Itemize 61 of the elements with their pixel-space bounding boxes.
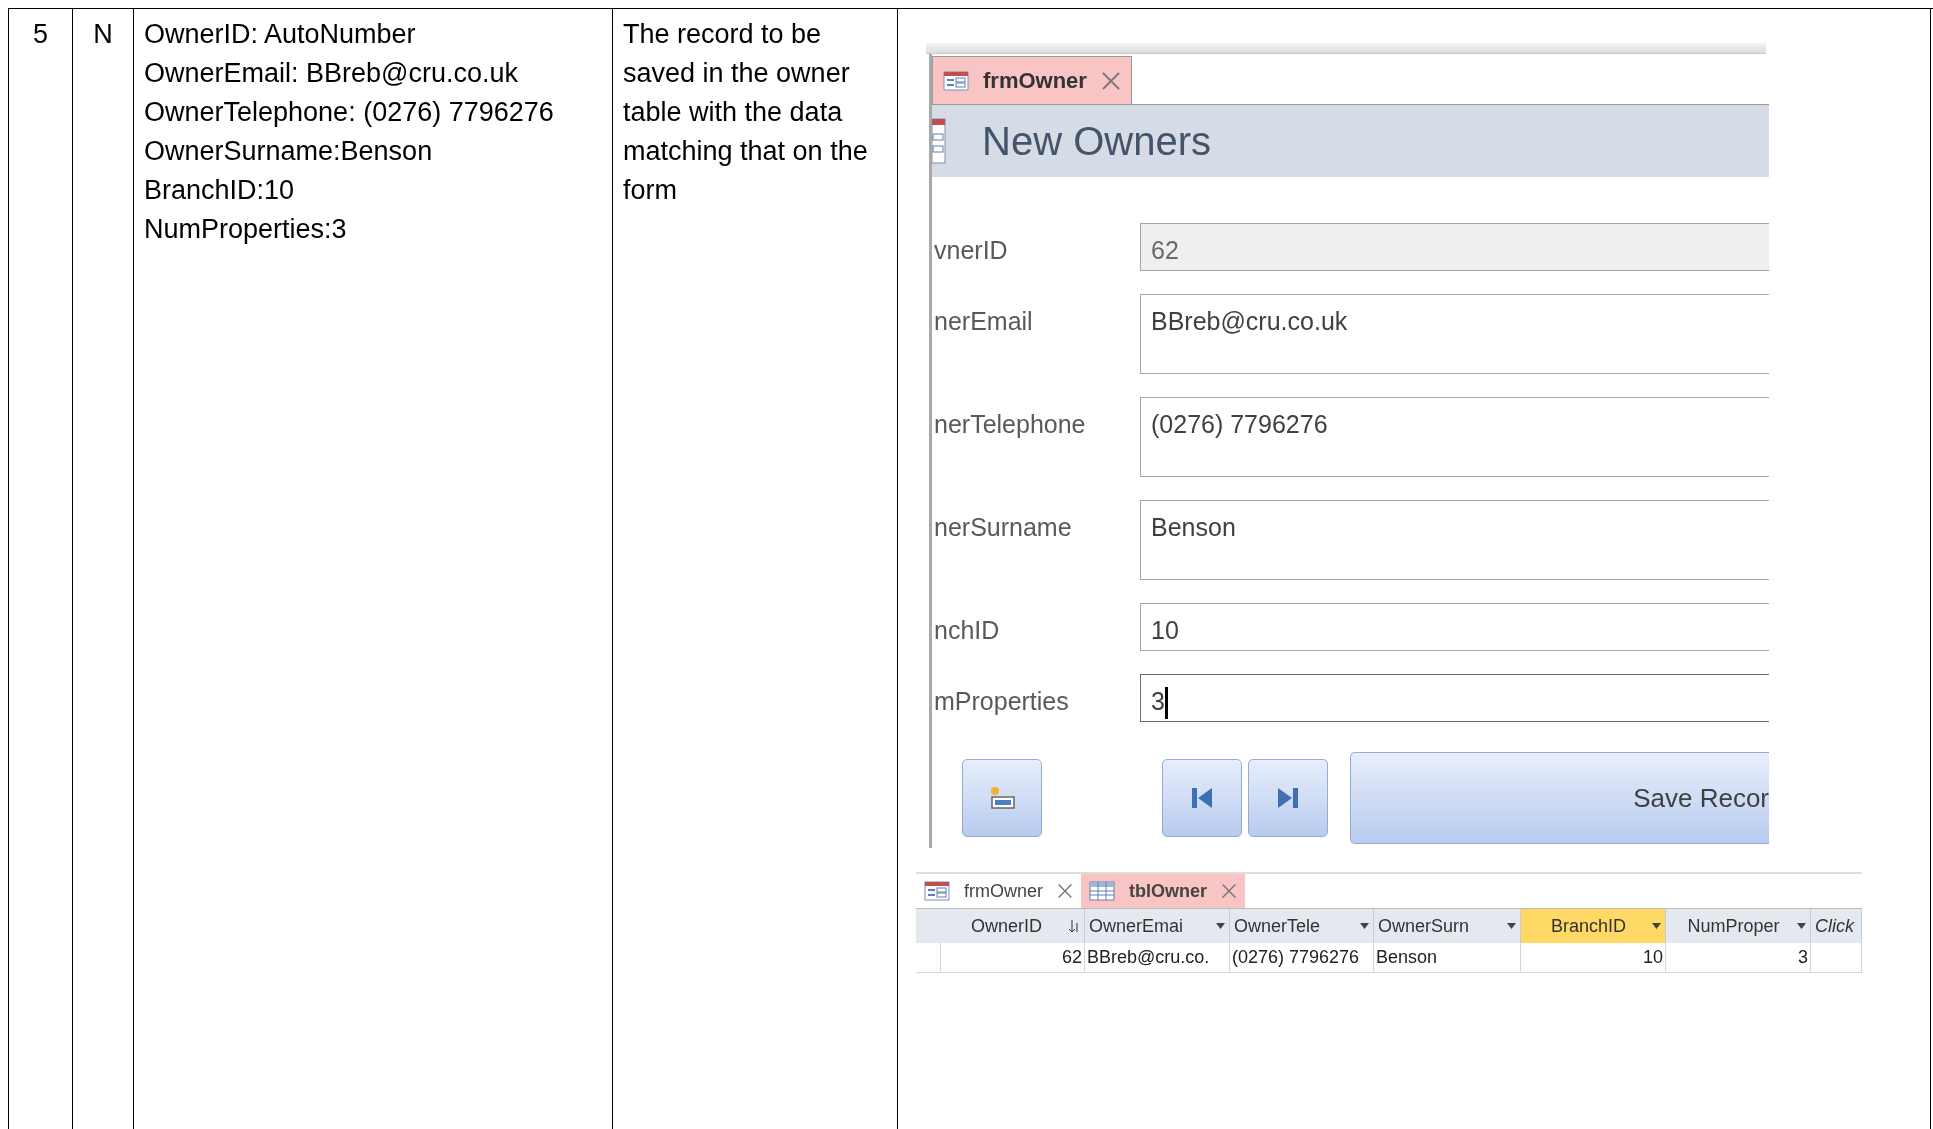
test-data-line: NumProperties:3 [144, 213, 348, 246]
table-cell [1811, 943, 1862, 973]
form-title: New Owners [982, 121, 1211, 161]
document-tab[interactable]: frmOwner [916, 874, 1081, 908]
dropdown-arrow-icon [1216, 923, 1225, 929]
new-record-icon [988, 785, 1016, 811]
form-icon [932, 118, 946, 164]
first-record-icon [1190, 786, 1214, 810]
field-label: mProperties [933, 686, 1070, 717]
close-icon[interactable] [1100, 70, 1121, 91]
input-field[interactable]: BBreb@cru.co.uk [1140, 294, 1769, 374]
form-icon [924, 881, 950, 901]
input-field[interactable]: 3 [1140, 674, 1769, 722]
tab-label: frmOwner [964, 879, 1043, 903]
tab-label: frmOwner [983, 67, 1087, 95]
column-header[interactable]: OwnerSurn [1374, 909, 1521, 943]
field-label: nerTelephone [933, 409, 1087, 440]
dropdown-arrow-icon [1507, 923, 1516, 929]
dropdown-arrow-icon [1652, 923, 1661, 929]
test-data-line: OwnerTelephone: (0276) 7796276 [144, 96, 555, 129]
input-field[interactable]: (0276) 7796276 [1140, 397, 1769, 477]
expected-result: The record to be saved in the owner table with the data matching that on the form [623, 18, 869, 207]
test-data-line: OwnerEmail: BBreb@cru.co.uk [144, 57, 520, 90]
column-header[interactable]: OwnerEmai [1085, 909, 1230, 943]
input-field[interactable]: 10 [1140, 603, 1769, 651]
first-record-button[interactable] [1162, 759, 1242, 837]
table-icon [1089, 881, 1115, 901]
column-header[interactable]: OwnerTele [1230, 909, 1374, 943]
new-record-button[interactable] [962, 759, 1042, 837]
column-header[interactable]: NumProper [1666, 909, 1811, 943]
dropdown-arrow-icon [1797, 923, 1806, 929]
close-icon[interactable] [1057, 883, 1073, 899]
field-label: vnerID [933, 235, 1009, 266]
document-tab[interactable]: tblOwner [1081, 874, 1246, 908]
close-icon[interactable] [1221, 883, 1238, 899]
field-label: nerEmail [933, 306, 1034, 337]
last-record-icon [1276, 786, 1300, 810]
form-icon [943, 70, 969, 91]
test-data-line: BranchID:10 [144, 174, 296, 207]
table-cell: Benson [1374, 943, 1521, 973]
table-cell-text: N [92, 18, 114, 51]
input-field[interactable]: Benson [1140, 500, 1769, 580]
table-cell: 10 [1521, 943, 1666, 973]
tab-label: tblOwner [1129, 879, 1208, 903]
test-data-line: OwnerSurname:Benson [144, 135, 434, 168]
column-header[interactable]: Click [1811, 909, 1862, 943]
test-number: 5 [32, 18, 49, 51]
table-cell: BBreb@cru.co. [1085, 943, 1230, 973]
table-cell: (0276) 7796276 [1230, 943, 1374, 973]
last-record-button[interactable] [1248, 759, 1328, 837]
test-data-line: OwnerID: AutoNumber [144, 18, 417, 51]
form-tab[interactable]: frmOwner [932, 56, 1132, 104]
column-header[interactable]: OwnerID [941, 909, 1085, 943]
field-label: nerSurname [933, 512, 1073, 543]
table-cell: 62 [941, 943, 1085, 973]
save-record-button[interactable]: Save Recor [1350, 752, 1769, 844]
sort-icon [1068, 919, 1080, 933]
table-cell: 3 [1666, 943, 1811, 973]
dropdown-arrow-icon [1360, 923, 1369, 929]
field-label: nchID [933, 615, 1001, 646]
column-header[interactable]: BranchID [1521, 909, 1666, 943]
